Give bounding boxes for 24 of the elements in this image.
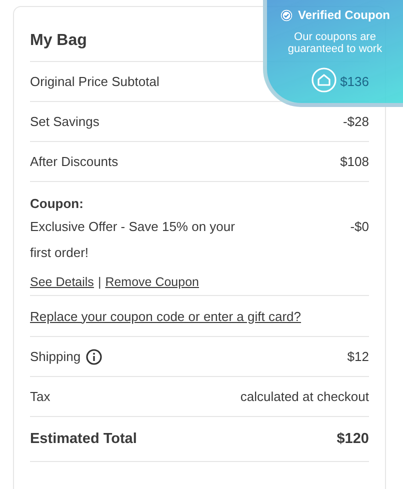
total-label: Estimated Total <box>30 431 137 447</box>
check-circle-icon <box>280 8 293 22</box>
summary-label: Set Savings <box>30 114 100 129</box>
summary-value: $136 <box>340 74 369 89</box>
charge-label: Tax <box>30 389 50 404</box>
badge-title: Verified Coupon <box>298 8 390 22</box>
coupon-link[interactable]: Remove Coupon <box>105 275 199 289</box>
charge-value: $12 <box>347 349 369 364</box>
summary-value: $108 <box>340 154 369 169</box>
link-separator: | <box>98 275 102 289</box>
charge-label: Shipping <box>30 349 81 364</box>
summary-label: After Discounts <box>30 154 118 169</box>
coupon-value: -$0 <box>350 218 369 236</box>
badge-message: Our coupons are guaranteed to work <box>286 31 384 55</box>
gift-card-link[interactable]: Replace your coupon code or enter a gift card? <box>30 308 302 324</box>
coupon-description: Exclusive Offer - Save 15% on your first order! <box>30 218 236 262</box>
summary-label: Original Price Subtotal <box>30 74 160 89</box>
info-icon[interactable] <box>86 348 102 364</box>
coupon-link[interactable]: See Details <box>30 275 94 289</box>
summary-value: -$28 <box>342 114 369 129</box>
charge-value: calculated at checkout <box>240 389 369 404</box>
bag-title: My Bag <box>30 32 87 50</box>
total-value: $120 <box>336 431 369 447</box>
coupon-heading: Coupon: <box>30 195 84 213</box>
